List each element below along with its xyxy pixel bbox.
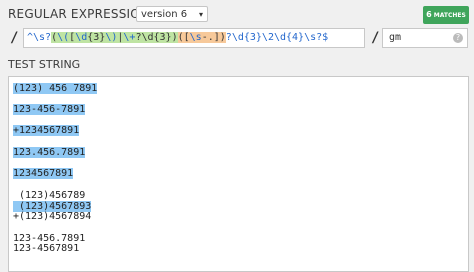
regex-input[interactable]: ^\s?(\([\d{3}\)|\+?\d{3})([\s-.])?\d{3}\…: [23, 28, 365, 48]
regex-token: \(: [57, 32, 70, 43]
match-highlight: 1234567891: [13, 168, 74, 179]
flags-input[interactable]: gm ?: [382, 28, 468, 48]
regex-token: {3}: [87, 32, 106, 43]
chevron-down-icon: ▾: [198, 10, 203, 19]
test-line: 123.456.7891: [13, 147, 86, 159]
line-text: (123)456789: [13, 190, 86, 201]
matches-badge: 6 MATCHES: [423, 6, 469, 24]
test-line: (123) 456 7891: [13, 83, 98, 95]
version-select[interactable]: version 6 ▾: [136, 6, 208, 22]
match-highlight: +1234567891: [13, 125, 80, 136]
regex-token: [: [183, 32, 190, 43]
help-icon[interactable]: ?: [453, 33, 463, 43]
line-text: +(123)4567894: [13, 211, 92, 222]
regex-token: \d: [75, 32, 88, 43]
match-highlight: 123-456-7891: [13, 104, 86, 115]
regex-token: ?\d{3}\2\d{4}\s?$: [225, 32, 329, 43]
line-text: 123-4567891: [13, 243, 80, 254]
test-string-input[interactable]: (123) 456 7891 123-456-7891 +1234567891 123…: [8, 76, 469, 272]
regex-token: ): [171, 32, 178, 43]
test-line: 123-456-7891: [13, 104, 86, 116]
regex-open-delimiter: /: [10, 30, 19, 46]
test-line: +1234567891: [13, 125, 80, 137]
test-line: 1234567891: [13, 168, 74, 180]
test-line: +(123)4567894: [13, 211, 91, 223]
regex-token: -.: [201, 32, 214, 43]
regex-token: ]): [213, 32, 226, 43]
test-line: 123-4567891: [13, 243, 79, 255]
regex-token: ^\s?: [27, 32, 52, 43]
top-bar: REGULAR EXPRESSION — version 6 ▾ 6 MATCHE…: [0, 0, 474, 27]
regex-token: \+: [123, 32, 136, 43]
matches-count: 6: [426, 10, 432, 19]
flags-value: gm: [389, 32, 402, 43]
test-string-label: TEST STRING: [8, 58, 81, 71]
version-label: version 6: [141, 9, 188, 20]
regex-token: \): [105, 32, 118, 43]
match-highlight: (123) 456 7891: [13, 83, 98, 94]
regex-token: ?\d{3}: [135, 32, 172, 43]
regex-token: \s: [189, 32, 202, 43]
matches-label: MATCHES: [433, 12, 466, 19]
regex-close-delimiter: /: [371, 30, 380, 46]
match-highlight: 123.456.7891: [13, 147, 86, 158]
regex-token: (: [177, 32, 184, 43]
